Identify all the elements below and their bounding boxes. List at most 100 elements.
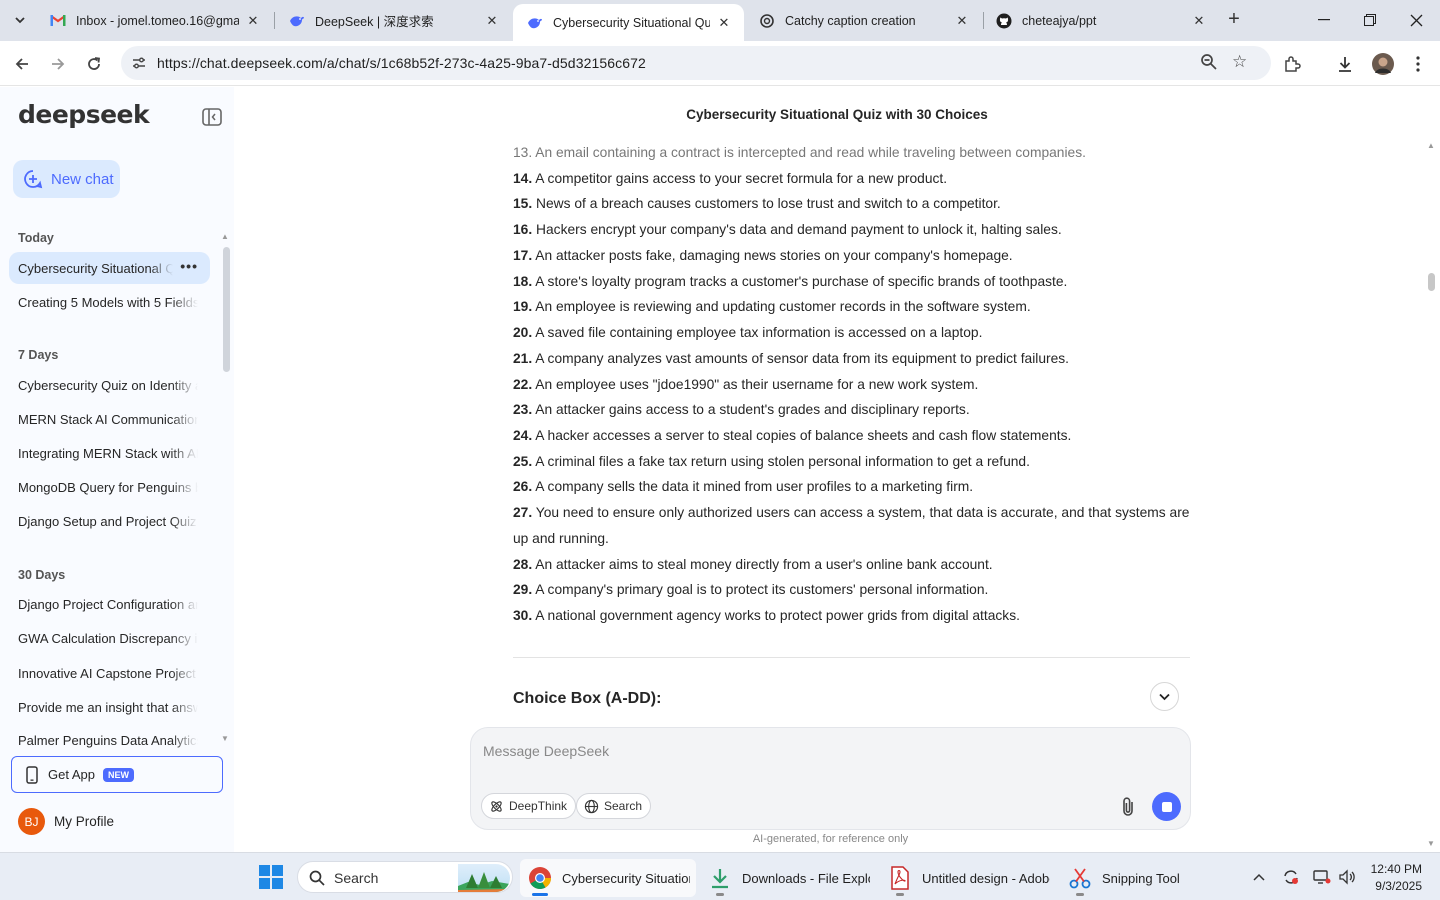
show-hidden-icons-chevron-up-icon[interactable] [1250, 868, 1268, 886]
close-icon[interactable]: ✕ [245, 13, 261, 29]
system-clock[interactable]: 12:40 PM 9/3/2025 [1368, 861, 1422, 895]
close-icon[interactable]: ✕ [1191, 13, 1207, 29]
sync-icon[interactable] [1282, 868, 1300, 886]
browser-tab-active[interactable]: Cybersecurity Situational Quiz with 30 C… [513, 4, 744, 41]
list-item: 20. A saved file containing employee tax… [513, 320, 1193, 346]
message-input[interactable]: Message DeepSeek [483, 743, 609, 759]
stop-icon [1161, 801, 1172, 812]
site-settings-icon[interactable] [131, 55, 147, 71]
collapse-sidebar-icon[interactable] [201, 107, 223, 127]
profile-label: My Profile [54, 814, 115, 829]
close-icon[interactable]: ✕ [716, 15, 732, 31]
chat-history-item[interactable]: Cybersecurity Situational Quiz with 30 C… [9, 252, 210, 284]
taskbar-app-snipping-tool[interactable]: Snipping Tool [1060, 859, 1200, 897]
restore-button[interactable] [1347, 0, 1393, 40]
list-item: 28. An attacker aims to steal money dire… [513, 552, 1193, 578]
chat-title: Innovative AI Capstone Project Ideas [18, 665, 198, 681]
list-item: 29. A company's primary goal is to prote… [513, 577, 1193, 603]
chat-history-item[interactable]: Integrating MERN Stack with AI/ML [9, 437, 210, 469]
search-toggle[interactable]: Search [576, 793, 652, 819]
taskbar-app-file-explorer[interactable]: Downloads - File Explorer [700, 859, 876, 897]
browser-tab-github[interactable]: cheteajya/ppt ✕ [982, 0, 1219, 41]
tab-search-button[interactable] [8, 8, 32, 32]
question-number: 26. [513, 479, 533, 494]
tab-title: Cybersecurity Situational Quiz with 30 C… [553, 15, 710, 30]
question-number: 16. [513, 222, 533, 237]
browser-tab-gmail[interactable]: Inbox - jomel.tomeo.16@gmail.com ✕ [36, 0, 273, 41]
chat-history-item[interactable]: MERN Stack AI Communication Integration [9, 403, 210, 435]
question-number: 21. [513, 351, 533, 366]
scroll-down-arrow-icon[interactable]: ▼ [221, 734, 229, 743]
new-chat-icon [24, 170, 43, 189]
zoom-icon[interactable] [1200, 53, 1218, 71]
tab-title: Inbox - jomel.tomeo.16@gmail.com [76, 13, 239, 28]
list-item: 27. You need to ensure only authorized u… [513, 500, 1193, 552]
paperclip-icon[interactable] [1119, 796, 1137, 818]
volume-icon[interactable] [1338, 868, 1356, 886]
scroll-up-arrow-icon[interactable]: ▲ [221, 232, 229, 241]
browser-toolbar: https://chat.deepseek.com/a/chat/s/1c68b… [0, 41, 1440, 86]
scroll-to-bottom-button[interactable] [1150, 682, 1179, 711]
tab-title: Catchy caption creation [785, 13, 916, 28]
question-text: A competitor gains access to your secret… [535, 171, 948, 186]
profile-avatar-button[interactable] [1369, 50, 1397, 78]
deepseek-logo[interactable]: deepseek [18, 100, 150, 129]
search-highlight-illustration [458, 864, 510, 892]
globe-icon [584, 799, 599, 813]
question-text: A store's loyalty program tracks a custo… [535, 274, 1068, 289]
chat-history-item[interactable]: Django Project Configuration and Setup [9, 588, 210, 620]
chat-history-item[interactable]: Provide me an insight that answers [9, 691, 210, 723]
list-item: 18. A store's loyalty program tracks a c… [513, 269, 1193, 295]
scroll-down-arrow-icon[interactable]: ▼ [1427, 839, 1435, 848]
stop-generation-button[interactable] [1152, 792, 1181, 821]
search-icon [309, 870, 325, 886]
new-chat-label: New chat [51, 170, 114, 188]
extensions-button[interactable] [1278, 50, 1306, 78]
list-item: 30. A national government agency works t… [513, 603, 1193, 629]
chat-title: Django Setup and Project Quiz Creation [18, 513, 198, 529]
my-profile-button[interactable]: BJ My Profile [18, 808, 114, 835]
browser-tab-chatgpt[interactable]: Catchy caption creation ✕ [745, 0, 982, 41]
running-indicator [1076, 893, 1084, 896]
close-window-button[interactable] [1393, 0, 1439, 40]
close-icon[interactable]: ✕ [954, 13, 970, 29]
chat-history-item[interactable]: Palmer Penguins Data Analytics Guide [9, 725, 210, 755]
close-icon[interactable]: ✕ [484, 13, 500, 29]
network-icon[interactable] [1313, 868, 1331, 886]
windows-start-icon[interactable] [259, 865, 283, 889]
chat-history-item[interactable]: Creating 5 Models with 5 Fields Each [9, 286, 210, 318]
chat-history-item[interactable]: Cybersecurity Quiz on Identity and Acces… [9, 369, 210, 401]
main-scrollbar-thumb[interactable] [1428, 273, 1435, 291]
question-number: 28. [513, 557, 533, 572]
chat-history-item[interactable]: MongoDB Query for Penguins by Species [9, 471, 210, 503]
sidebar-scrollbar-thumb[interactable] [223, 247, 230, 372]
forward-button[interactable] [44, 50, 72, 78]
browser-tab-deepseek[interactable]: DeepSeek | 深度求索 ✕ [275, 0, 512, 41]
new-tab-button[interactable]: + [1222, 8, 1246, 32]
new-chat-button[interactable]: New chat [13, 160, 120, 198]
taskbar-search[interactable]: Search [297, 861, 513, 893]
back-button[interactable] [8, 50, 36, 78]
chat-title: Provide me an insight that answers [18, 699, 198, 715]
address-bar[interactable]: https://chat.deepseek.com/a/chat/s/1c68b… [121, 46, 1271, 80]
minimize-button[interactable] [1301, 0, 1347, 40]
scroll-up-arrow-icon[interactable]: ▲ [1427, 141, 1435, 150]
reload-button[interactable] [80, 50, 108, 78]
arrow-right-icon [52, 58, 65, 70]
taskbar-app-chrome[interactable]: Cybersecurity Situational Quiz with 30 C… [520, 859, 696, 897]
download-icon [708, 866, 732, 890]
deepthink-toggle[interactable]: DeepThink [481, 793, 577, 819]
downloads-button[interactable] [1331, 50, 1359, 78]
list-item: 19. An employee is reviewing and updatin… [513, 294, 1193, 320]
question-text: A company analyzes vast amounts of senso… [535, 351, 1070, 366]
taskbar-app-name: Untitled design - Adobe Acrobat [922, 870, 1050, 886]
browser-menu-button[interactable] [1404, 50, 1432, 78]
chat-history-item[interactable]: Innovative AI Capstone Project Ideas [9, 657, 210, 689]
question-number: 20. [513, 325, 533, 340]
chat-history-item[interactable]: Django Setup and Project Quiz Creation [9, 505, 210, 537]
bookmark-star-icon[interactable]: ☆ [1232, 52, 1247, 72]
more-options-icon[interactable]: ••• [180, 258, 198, 274]
chat-history-item[interactable]: GWA Calculation Discrepancy in Grades [9, 622, 210, 654]
taskbar-app-acrobat[interactable]: Untitled design - Adobe Acrobat [880, 859, 1056, 897]
get-app-button[interactable]: Get App NEW [11, 756, 223, 793]
